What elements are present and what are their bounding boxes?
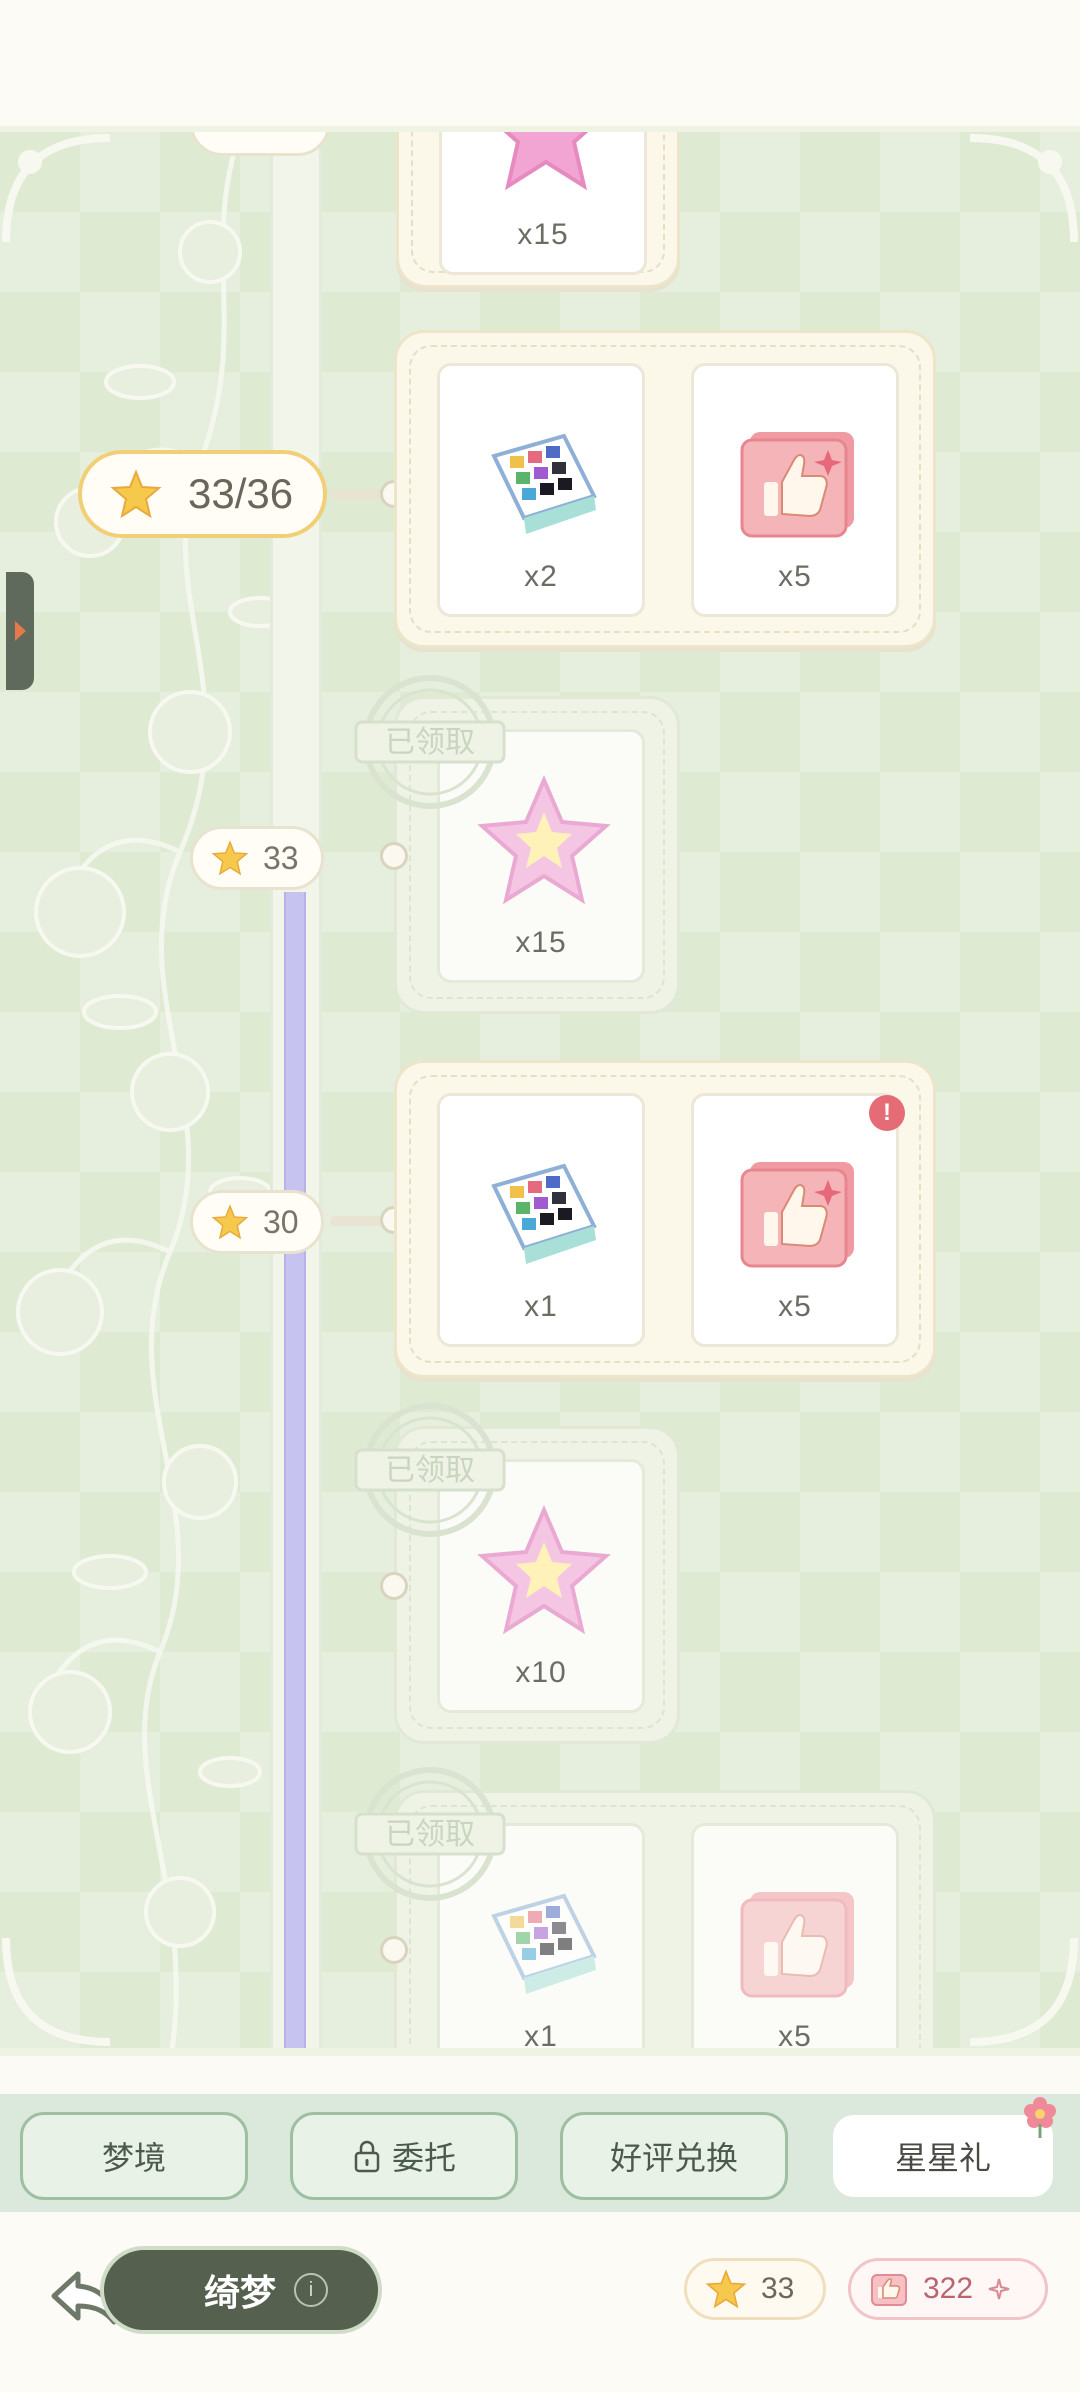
info-icon[interactable]: i	[294, 2273, 329, 2307]
chapter-title: 绮梦	[204, 2272, 277, 2313]
connector	[330, 1216, 386, 1226]
claimed-stamp-text: 已领取	[385, 725, 475, 760]
palette-box-icon	[491, 433, 597, 534]
star-icon	[211, 840, 249, 876]
connector	[330, 490, 386, 500]
thumbs-up-card-icon	[871, 2274, 907, 2306]
thumbs-up-card-icon	[740, 432, 854, 538]
reward-item[interactable]: x1	[437, 1093, 645, 1347]
star-icon	[110, 469, 162, 519]
progress-fill	[284, 892, 306, 2048]
like-currency: 322	[848, 2258, 1048, 2320]
reward-qty: x2	[524, 560, 558, 593]
thumbs-up-card-icon	[740, 1892, 854, 1998]
reward-qty: x5	[778, 2020, 812, 2053]
claimed-stamp: 已领取	[354, 675, 506, 809]
lock-icon	[354, 2140, 380, 2173]
reward-qty: x15	[517, 218, 569, 251]
tab-label: 梦境	[101, 2140, 166, 2176]
milestone-pill-current: 33/36	[78, 450, 328, 538]
reward-item[interactable]: x5	[691, 1093, 899, 1347]
reward-qty: x15	[515, 926, 567, 959]
footer-bar: 绮梦 i 33 322	[0, 2212, 1080, 2392]
tab-review-exchange[interactable]: 好评兑换	[560, 2112, 788, 2200]
reward-qty: x5	[778, 560, 812, 593]
claimed-stamp: 已领取	[354, 1767, 506, 1901]
reward-item[interactable]: x2	[437, 363, 645, 617]
tab-commission[interactable]: 委托	[290, 2112, 518, 2200]
thumbs-up-card-icon	[740, 1162, 854, 1268]
claimed-stamp-text: 已领取	[385, 1453, 475, 1488]
progress-label: 33/36	[188, 470, 294, 517]
tab-dreamland[interactable]: 梦境	[20, 2112, 248, 2200]
star-icon	[705, 2269, 747, 2309]
milestone-pill-36-prev	[190, 132, 330, 156]
milestone-pill-33: 33	[190, 826, 324, 890]
caret-right-icon	[15, 621, 26, 641]
reward-board[interactable]: x15 33/36 x2 x5 33 x15 已领取 30 x1 x5 ! x1…	[0, 126, 1080, 2056]
reward-qty: x10	[515, 1656, 567, 1689]
connector-knob	[380, 842, 408, 870]
star-icon	[211, 1204, 249, 1240]
reward-qty: x1	[524, 2020, 558, 2053]
connector-knob	[380, 1572, 408, 1600]
chapter-badge[interactable]: 绮梦 i	[100, 2246, 382, 2334]
frame-corner-top-right	[969, 134, 1078, 243]
reward-item[interactable]: x15	[439, 132, 647, 275]
milestone-pill-30: 30	[190, 1190, 324, 1254]
side-drawer-handle[interactable]	[6, 572, 34, 690]
frame-corner-bottom-left	[2, 1937, 111, 2046]
alert-badge: !	[869, 1095, 905, 1131]
tab-label: 星星礼	[894, 2140, 991, 2176]
reward-group-30: x1 x5 !	[394, 1060, 936, 1378]
tab-bar: 梦境 委托 好评兑换 星星礼	[0, 2094, 1080, 2212]
tab-label: 委托	[391, 2140, 456, 2176]
flower-icon	[1024, 2097, 1056, 2138]
milestone-label: 33	[263, 839, 299, 876]
reward-item[interactable]: x5	[691, 1823, 899, 2053]
reward-qty: x1	[524, 1290, 558, 1323]
milestone-label: 30	[263, 1203, 299, 1240]
tab-label: 好评兑换	[609, 2140, 738, 2176]
reward-item[interactable]: x5	[691, 363, 899, 617]
palette-box-icon	[491, 1163, 597, 1264]
like-count: 322	[923, 2272, 974, 2305]
reward-group-36: x2 x5	[394, 330, 936, 648]
reward-qty: x5	[778, 1290, 812, 1323]
claimed-stamp: 已领取	[354, 1403, 506, 1537]
frame-corner-top-left	[2, 134, 111, 243]
frame-corner-bottom-right	[969, 1937, 1078, 2046]
star-count: 33	[761, 2272, 795, 2305]
pink-star-icon	[503, 132, 589, 191]
add-icon[interactable]	[987, 2277, 1011, 2301]
star-currency: 33	[684, 2258, 826, 2320]
reward-group-top: x15	[396, 132, 680, 288]
connector-knob	[380, 1936, 408, 1964]
status-area	[0, 0, 1080, 126]
claimed-stamp-text: 已领取	[385, 1817, 475, 1852]
